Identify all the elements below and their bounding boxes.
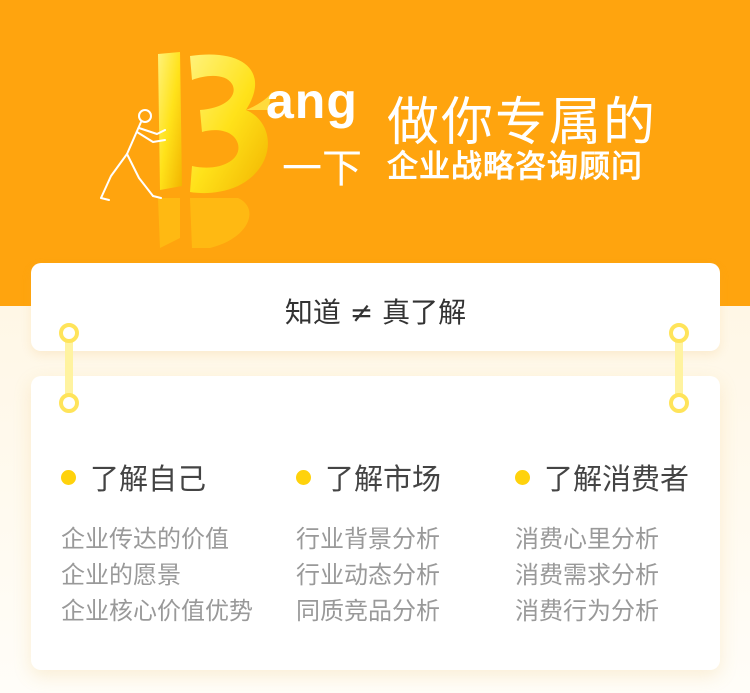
column-heading-text: 了解消费者 — [544, 462, 690, 496]
list-item: 企业传达的价值 — [61, 525, 229, 553]
column-market: 了解市场 行业背景分析 行业动态分析 同质竞品分析 — [296, 461, 441, 629]
column-heading-text: 了解自己 — [90, 462, 207, 496]
headline-text: 知道 ≠ 真了解 — [284, 296, 467, 329]
logo-text-ang: ang — [266, 73, 358, 129]
column-consumer: 了解消费者 消费心里分析 消费需求分析 消费行为分析 — [515, 461, 689, 629]
bullet-dot-icon — [61, 469, 76, 485]
list-item: 行业动态分析 — [296, 561, 440, 589]
binder-ring-right-bottom — [669, 393, 689, 413]
bullet-dot-icon — [515, 469, 530, 485]
list-item: 消费行为分析 — [515, 597, 659, 625]
column-heading: 了解消费者 — [515, 461, 689, 496]
list-item: 行业背景分析 — [296, 525, 440, 553]
column-heading: 了解市场 — [296, 461, 441, 496]
stick-figure-icon — [100, 109, 166, 201]
bullet-dot-icon — [296, 469, 311, 485]
column-heading: 了解自己 — [61, 461, 253, 496]
binder-ring-left-top — [59, 323, 79, 343]
list-item: 消费需求分析 — [515, 561, 659, 589]
list-item: 同质竞品分析 — [296, 597, 440, 625]
logo-text-yixia: 一下 — [282, 146, 362, 192]
list-item: 企业核心价值优势 — [61, 597, 253, 625]
binder-ring-right-top — [669, 323, 689, 343]
headline-card: 知道 ≠ 真了解 — [31, 263, 720, 351]
bang-logo — [95, 48, 295, 248]
binder-ring-left-bottom — [59, 393, 79, 413]
column-heading-text: 了解市场 — [325, 462, 442, 496]
list-item: 企业的愿景 — [61, 561, 181, 589]
hero-subtitle: 企业战略咨询顾问 — [387, 149, 643, 185]
list-item: 消费心里分析 — [515, 525, 659, 553]
column-self: 了解自己 企业传达的价值 企业的愿景 企业核心价值优势 — [61, 461, 253, 629]
hero-banner: ang 一下 做你专属的 企业战略咨询顾问 — [0, 0, 750, 306]
